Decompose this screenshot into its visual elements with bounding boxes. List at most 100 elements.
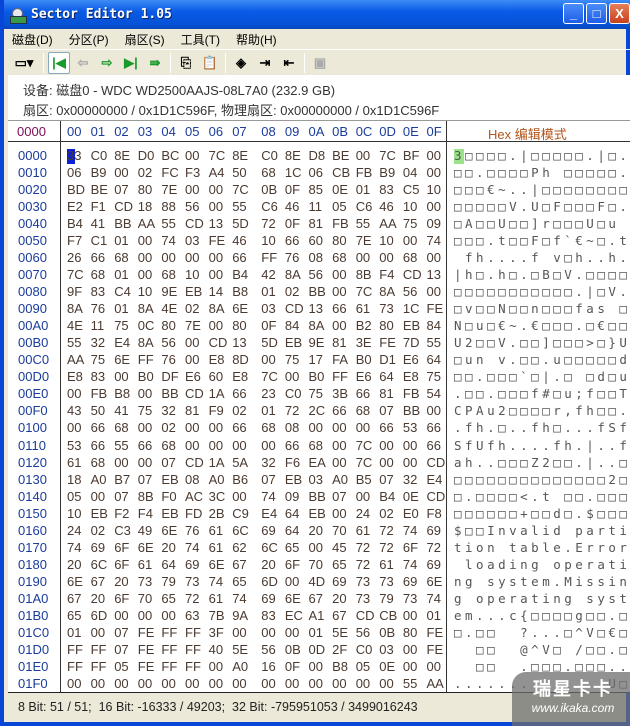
hex-byte[interactable]: 83 (91, 284, 105, 299)
hex-byte[interactable]: 62 (232, 540, 246, 555)
hex-byte[interactable]: 05 (67, 489, 81, 504)
hex-byte[interactable]: 66 (232, 386, 246, 401)
hex-byte[interactable]: 06 (67, 165, 81, 180)
hex-byte[interactable]: 6F (114, 557, 129, 572)
hex-byte[interactable]: 00 (67, 420, 81, 435)
hex-byte[interactable]: EB (285, 335, 302, 350)
hex-byte[interactable]: 68 (114, 420, 128, 435)
hex-byte[interactable]: 56 (161, 335, 175, 350)
hex-byte[interactable]: 00 (403, 455, 417, 470)
hex-byte[interactable]: 74 (427, 591, 441, 606)
hex-byte[interactable]: 7C (356, 438, 373, 453)
hex-byte[interactable]: 69 (332, 574, 346, 589)
hex-byte[interactable]: 84 (427, 318, 441, 333)
hex-byte[interactable]: 00 (427, 403, 441, 418)
hex-byte[interactable]: 00 (185, 148, 199, 163)
hex-byte[interactable]: C9 (232, 506, 249, 521)
hex-byte[interactable]: CD (427, 489, 446, 504)
hex-byte[interactable]: B0 (309, 369, 325, 384)
ascii-text[interactable]: □un v.□□.u□□□□□d (454, 352, 630, 367)
hex-byte[interactable]: 61 (356, 301, 370, 316)
hex-byte[interactable]: 20 (161, 540, 175, 555)
hex-byte[interactable]: 1A (209, 386, 225, 401)
hex-byte[interactable]: 00 (285, 676, 299, 691)
hex-byte[interactable]: 7C (356, 455, 373, 470)
hex-byte[interactable]: EB (309, 506, 326, 521)
hex-byte[interactable]: EB (285, 472, 302, 487)
hex-byte[interactable]: 3C (209, 489, 226, 504)
hex-byte[interactable]: D8 (309, 148, 326, 163)
hex-byte[interactable]: FD (185, 506, 202, 521)
hex-byte[interactable]: C3 (114, 523, 131, 538)
hex-byte[interactable]: E8 (232, 369, 248, 384)
hex-byte[interactable]: 00 (91, 676, 105, 691)
hex-byte[interactable]: 00 (403, 642, 417, 657)
hex-byte[interactable]: 79 (161, 574, 175, 589)
hex-byte[interactable]: 24 (356, 506, 370, 521)
hex-byte[interactable]: 9E (161, 284, 177, 299)
hex-byte[interactable]: 00 (427, 148, 441, 163)
hex-byte[interactable]: F3 (185, 165, 200, 180)
hex-byte[interactable]: 00 (232, 438, 246, 453)
disk-select-icon[interactable]: ▭▾ (9, 52, 39, 74)
hex-byte[interactable]: E8 (209, 352, 225, 367)
hex-byte[interactable]: 6F (114, 540, 129, 555)
hex-byte[interactable]: 00 (185, 182, 199, 197)
hex-byte[interactable]: 66 (427, 420, 441, 435)
hex-byte[interactable]: 80 (138, 182, 152, 197)
hex-byte[interactable]: 00 (332, 318, 346, 333)
hex-byte[interactable]: 83 (91, 369, 105, 384)
hex-byte[interactable]: 0B (285, 642, 301, 657)
hex-byte[interactable]: 46 (232, 233, 246, 248)
ascii-text[interactable]: U2□□V.□□]□□□>□}U (454, 335, 630, 350)
hex-bytes[interactable]: 33 C0 8E D0 BC 00 7C 8E C0 8E D8 BE 00 7… (67, 148, 447, 165)
hex-byte[interactable]: 00 (209, 250, 223, 265)
ascii-text[interactable]: □v□□N□□n□□□fas □ (454, 301, 630, 316)
hex-byte[interactable]: 61 (356, 523, 370, 538)
hex-byte[interactable]: FB (403, 386, 420, 401)
hex-byte[interactable]: 46 (285, 199, 299, 214)
hex-byte[interactable]: 24 (67, 523, 81, 538)
hex-byte[interactable]: 06 (309, 165, 323, 180)
hex-byte[interactable]: 68 (261, 420, 275, 435)
hex-byte[interactable]: 72 (185, 591, 199, 606)
hex-byte[interactable]: 0F (285, 182, 300, 197)
hex-byte[interactable]: 00 (427, 165, 441, 180)
hex-byte[interactable]: 8E (114, 148, 130, 163)
hex-byte[interactable]: 00 (427, 284, 441, 299)
hex-byte[interactable]: 00 (232, 625, 246, 640)
hex-byte[interactable]: FF (138, 352, 154, 367)
hex-byte[interactable]: 74 (209, 574, 223, 589)
hex-byte[interactable]: 6F (403, 540, 418, 555)
hex-byte[interactable]: EC (285, 608, 303, 623)
hex-byte[interactable]: 00 (332, 267, 346, 282)
hex-byte[interactable]: 68 (261, 165, 275, 180)
hex-byte[interactable]: 00 (232, 489, 246, 504)
hex-byte[interactable]: B0 (138, 369, 154, 384)
hex-byte[interactable]: 9A (232, 608, 248, 623)
hex-byte[interactable]: 6E (427, 574, 443, 589)
hex-byte[interactable]: 66 (91, 250, 105, 265)
hex-byte[interactable]: 55 (67, 335, 81, 350)
hex-byte[interactable]: FF (185, 659, 201, 674)
hex-byte[interactable]: F6 (285, 455, 300, 470)
hex-byte[interactable]: B8 (232, 284, 248, 299)
hex-byte[interactable]: 67 (232, 557, 246, 572)
ascii-text[interactable]: □.□□ ?...□^V□€□ (454, 625, 630, 640)
hex-byte[interactable]: 9F (67, 284, 82, 299)
hex-byte[interactable]: F9 (209, 403, 224, 418)
hex-byte[interactable]: FF (185, 625, 201, 640)
hex-byte[interactable]: 74 (403, 523, 417, 538)
hex-byte[interactable]: 6F (114, 591, 129, 606)
hex-byte[interactable]: C6 (356, 199, 373, 214)
hex-byte[interactable]: 0F (285, 216, 300, 231)
hex-byte[interactable]: FB (91, 386, 108, 401)
hex-byte[interactable]: 02 (138, 165, 152, 180)
hex-byte[interactable]: 74 (427, 233, 441, 248)
hex-byte[interactable]: 0F (261, 318, 276, 333)
hex-byte[interactable]: 81 (332, 335, 346, 350)
hex-byte[interactable]: 6E (161, 523, 177, 538)
hex-byte[interactable]: E6 (185, 369, 201, 384)
hex-byte[interactable]: 4D (309, 574, 326, 589)
hex-byte[interactable]: 00 (185, 676, 199, 691)
